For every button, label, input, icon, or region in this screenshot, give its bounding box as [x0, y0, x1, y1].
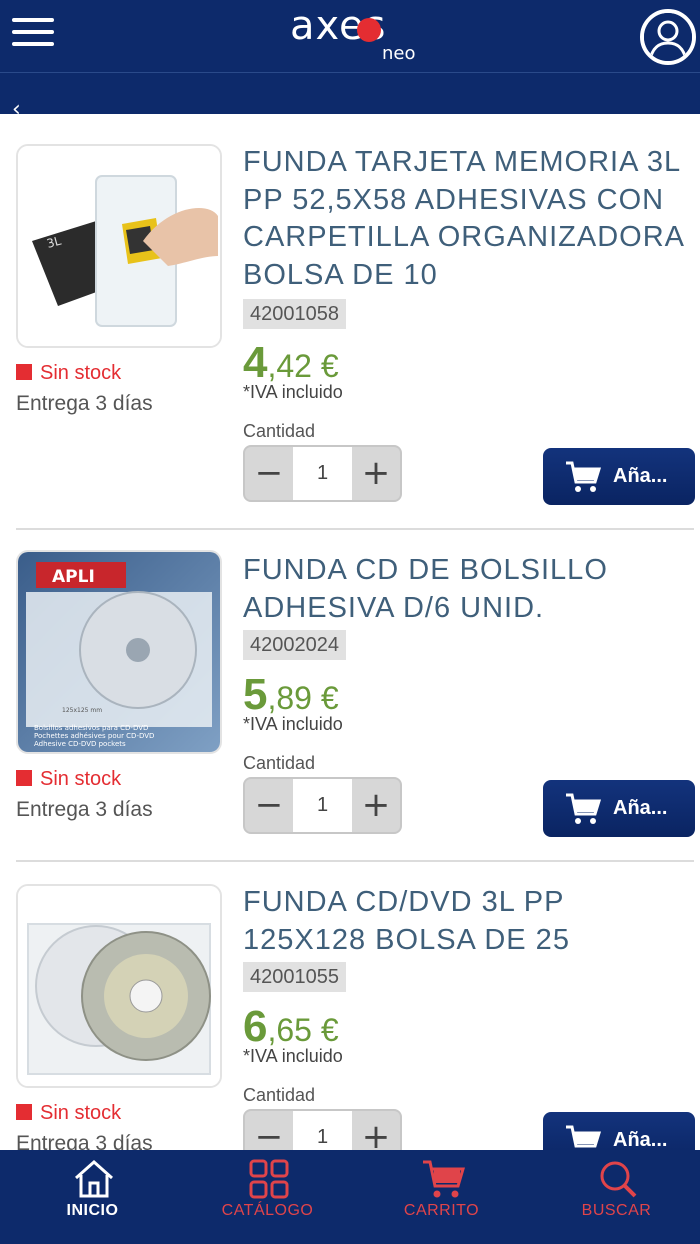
product-image[interactable] — [16, 884, 222, 1088]
nav-inicio[interactable]: INICIO — [5, 1150, 180, 1244]
stock-text: Sin stock — [40, 1102, 122, 1124]
nav-label-carrito: CARRITO — [403, 1202, 480, 1219]
top-bar: axes neo — [0, 0, 700, 72]
increment-button[interactable]: + — [352, 447, 400, 500]
stock-text: Sin stock — [40, 768, 122, 790]
decrement-button[interactable]: − — [245, 779, 293, 832]
product-ref: 42001058 — [243, 299, 346, 329]
product-title[interactable]: FUNDA CD/DVD 3L PP 125x128 BOLSA DE 25 — [243, 884, 688, 959]
home-icon — [75, 1159, 113, 1198]
brand-mark-text: APLI — [52, 567, 95, 587]
decrement-button[interactable]: − — [245, 447, 293, 500]
product-list: 3L Sin stock Entrega 3 días FUNDA TARJET… — [0, 114, 700, 1150]
logo[interactable]: axes neo — [290, 4, 430, 66]
divider — [16, 860, 694, 862]
nav-label-buscar: BUSCAR — [581, 1202, 652, 1219]
iva-note: *IVA incluido — [243, 714, 343, 734]
product-ref: 42002024 — [243, 630, 346, 660]
cart-icon — [423, 1160, 465, 1198]
stock-square-icon — [16, 364, 32, 380]
image-line-3: Adhesive CD-DVD pockets — [34, 740, 126, 748]
quantity-stepper: − 1 + — [243, 777, 402, 834]
price-int: 5 — [243, 670, 268, 719]
add-to-cart-button[interactable]: Aña... — [543, 448, 695, 505]
product-image[interactable]: APLI 125x125 mm Bolsillos adhesivos para… — [16, 550, 222, 754]
cart-icon — [566, 1125, 601, 1148]
menu-icon[interactable] — [12, 18, 54, 52]
quantity-input[interactable]: 1 — [293, 1111, 352, 1150]
quantity-label: Cantidad — [243, 753, 316, 773]
stock-text: Sin stock — [40, 362, 122, 384]
product-price: 6,65 € — [243, 1002, 339, 1052]
increment-button[interactable]: + — [352, 1111, 400, 1150]
product-image[interactable]: 3L — [16, 144, 222, 348]
product-ref: 42001055 — [243, 962, 346, 992]
image-line-1: Bolsillos adhesivos para CD-DVD — [34, 724, 148, 732]
add-to-cart-button[interactable]: Aña... — [543, 780, 695, 837]
price-dec: ,42 € — [267, 348, 339, 384]
sub-bar: ‹ — [0, 72, 700, 121]
price-dec: ,65 € — [267, 1012, 339, 1048]
price-int: 4 — [243, 338, 268, 387]
nav-buscar[interactable]: BUSCAR — [529, 1150, 700, 1244]
logo-subtext: neo — [382, 43, 416, 64]
divider — [16, 528, 694, 530]
increment-button[interactable]: + — [352, 779, 400, 832]
nav-carrito[interactable]: CARRITO — [354, 1150, 529, 1244]
delivery-text: Entrega 3 días — [16, 798, 153, 821]
product-title[interactable]: FUNDA TARJETA MEMORIA 3L PP 52,5x58 ADHE… — [243, 144, 688, 294]
nav-catalogo[interactable]: CATÁLOGO — [180, 1150, 355, 1244]
quantity-input[interactable]: 1 — [293, 779, 352, 832]
quantity-input[interactable]: 1 — [293, 447, 352, 500]
delivery-text: Entrega 3 días — [16, 1132, 153, 1150]
price-dec: ,89 € — [267, 680, 339, 716]
quantity-stepper: − 1 + — [243, 445, 402, 502]
stock-status: Sin stock — [16, 362, 121, 385]
iva-note: *IVA incluido — [243, 1046, 343, 1066]
stock-status: Sin stock — [16, 1102, 121, 1125]
quantity-label: Cantidad — [243, 421, 316, 441]
stock-square-icon — [16, 1104, 32, 1120]
add-to-cart-label: Aña... — [613, 1129, 668, 1150]
add-to-cart-label: Aña... — [613, 465, 668, 487]
search-icon — [600, 1161, 637, 1198]
product-price: 4,42 € — [243, 338, 339, 388]
decrement-button[interactable]: − — [245, 1111, 293, 1150]
stock-square-icon — [16, 770, 32, 786]
grid-icon — [249, 1159, 289, 1199]
cart-icon — [566, 461, 601, 492]
image-line-2: Pochettes adhésives pour CD-DVD — [34, 732, 154, 740]
product-title[interactable]: FUNDA CD DE BOLSILLO ADHESIVA D/6 UNID. — [243, 552, 688, 627]
nav-label-inicio: INICIO — [66, 1202, 119, 1219]
iva-note: *IVA incluido — [243, 382, 343, 402]
logo-dot — [357, 18, 381, 42]
add-to-cart-button[interactable]: Aña... — [543, 1112, 695, 1150]
user-avatar-icon[interactable] — [640, 9, 696, 65]
product-price: 5,89 € — [243, 670, 339, 720]
stock-status: Sin stock — [16, 768, 121, 791]
price-int: 6 — [243, 1002, 268, 1051]
cart-icon — [566, 793, 601, 824]
size-mark-text: 125x125 mm — [62, 707, 102, 714]
add-to-cart-label: Aña... — [613, 797, 668, 819]
nav-label-catalogo: CATÁLOGO — [221, 1202, 314, 1219]
quantity-label: Cantidad — [243, 1085, 316, 1105]
quantity-stepper: − 1 + — [243, 1109, 402, 1150]
bottom-nav: INICIO CATÁLOGO CARRITO BUSCAR — [0, 1150, 700, 1244]
delivery-text: Entrega 3 días — [16, 392, 153, 415]
